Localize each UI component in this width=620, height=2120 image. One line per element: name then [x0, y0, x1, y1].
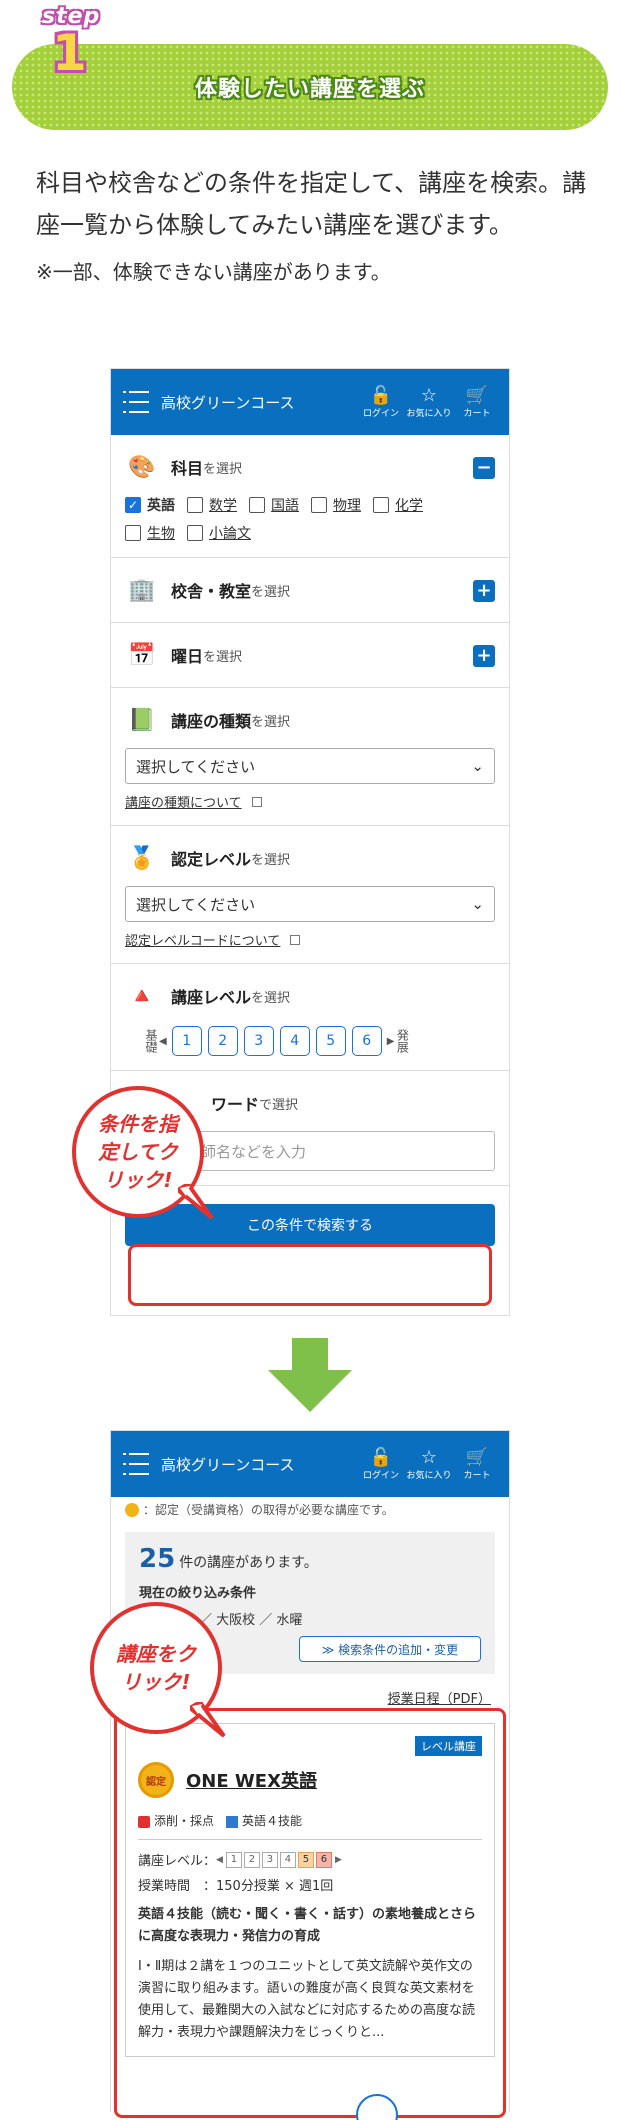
- subject-physics[interactable]: 物理: [311, 495, 361, 515]
- external-link-icon: [290, 934, 301, 945]
- palette-icon: 🎨: [128, 454, 156, 480]
- campus-section: 🏢 校舎・教室 を選択 +: [111, 558, 509, 623]
- cart-icon: 🛒: [465, 384, 489, 406]
- medal-icon: [125, 1502, 139, 1517]
- external-link-icon: [251, 796, 262, 807]
- pyramid-icon: 🔺: [128, 983, 156, 1009]
- level-button-2[interactable]: 2: [207, 1026, 238, 1056]
- calendar-icon: 📅: [128, 642, 156, 668]
- app-header: 高校グリーンコース 🔓 ログイン ☆ お気に入り 🛒 カート: [111, 1431, 509, 1497]
- cert-note: ：認定（受講資格）の取得が必要な講座です。: [111, 1497, 509, 1524]
- favorites-button[interactable]: ☆ お気に入り: [407, 384, 452, 419]
- intro-text: 科目や校舎などの条件を指定して、講座を検索。講座一覧から体験してみたい講座を選び…: [36, 169, 587, 239]
- menu-icon[interactable]: [123, 1453, 149, 1475]
- intro: 科目や校舎などの条件を指定して、講座を検索。講座一覧から体験してみたい講座を選び…: [36, 162, 596, 288]
- down-arrow-icon: [268, 1338, 352, 1412]
- campus-expand-button[interactable]: +: [473, 580, 495, 602]
- app-header: 高校グリーンコース 🔓 ログイン ☆ お気に入り 🛒 カート: [111, 369, 509, 435]
- course-type-link[interactable]: 講座の種類について: [125, 792, 495, 811]
- app-title: 高校グリーンコース: [161, 393, 295, 412]
- subject-chemistry[interactable]: 化学: [373, 495, 423, 515]
- lock-icon: 🔓: [369, 384, 393, 406]
- step-banner: 体験したい講座を選ぶ: [12, 44, 608, 130]
- cart-icon: 🛒: [465, 1446, 489, 1468]
- level-button-1[interactable]: 1: [171, 1026, 202, 1056]
- chevron-down-icon: ⌄: [471, 895, 484, 913]
- star-icon: ☆: [420, 384, 438, 406]
- weekday-expand-button[interactable]: +: [473, 645, 495, 667]
- subject-biology[interactable]: 生物: [125, 523, 175, 543]
- subject-japanese[interactable]: 国語: [249, 495, 299, 515]
- chevron-down-icon: ⌄: [471, 757, 484, 775]
- highlight-frame: [128, 1244, 492, 1306]
- result-count: 25: [139, 1544, 176, 1574]
- course-type-select[interactable]: 選択してください ⌄: [125, 748, 495, 784]
- level-button-4[interactable]: 4: [279, 1026, 310, 1056]
- favorites-button[interactable]: ☆ お気に入り: [407, 1446, 452, 1481]
- cert-level-section: 🏅 認定レベル を選択 選択してください ⌄ 認定レベルコードについて: [111, 826, 509, 964]
- lock-icon: 🔓: [369, 1446, 393, 1468]
- star-icon: ☆: [420, 1446, 438, 1468]
- course-level-section: 🔺 講座レベル を選択 基礎 ◀ 1 2 3 4 5 6 ▶ 発展: [111, 964, 509, 1071]
- medal-icon: 🏅: [128, 845, 156, 871]
- building-icon: 🏢: [128, 577, 156, 603]
- callout-tail: [178, 1184, 214, 1220]
- intro-note: ※一部、体験できない講座があります。: [36, 260, 391, 284]
- login-button[interactable]: 🔓 ログイン: [361, 384, 401, 419]
- step-title: 体験したい講座を選ぶ: [194, 77, 425, 102]
- highlight-frame: [114, 1708, 506, 2118]
- level-selector: 基礎 ◀ 1 2 3 4 5 6 ▶ 発展: [125, 1026, 495, 1056]
- step-number: 1: [52, 24, 87, 82]
- subject-math[interactable]: 数学: [187, 495, 237, 515]
- callout-tail: [190, 1702, 226, 1738]
- cert-level-select[interactable]: 選択してください ⌄: [125, 886, 495, 922]
- weekday-section: 📅 曜日 を選択 +: [111, 623, 509, 688]
- course-type-section: 📗 講座の種類 を選択 選択してください ⌄ 講座の種類について: [111, 688, 509, 826]
- filter-title: 現在の絞り込み条件: [139, 1586, 257, 1601]
- book-icon: 📗: [128, 707, 156, 733]
- cert-level-link[interactable]: 認定レベルコードについて: [125, 930, 495, 949]
- subject-collapse-button[interactable]: −: [473, 457, 495, 479]
- subject-title: 科目: [171, 459, 204, 478]
- level-button-6[interactable]: 6: [351, 1026, 382, 1056]
- modify-filter-button[interactable]: ≫ 検索条件の追加・変更: [299, 1636, 481, 1662]
- level-button-3[interactable]: 3: [243, 1026, 274, 1056]
- login-button[interactable]: 🔓 ログイン: [361, 1446, 401, 1481]
- subject-essay[interactable]: 小論文: [187, 523, 251, 543]
- cart-button[interactable]: 🛒 カート: [457, 384, 497, 419]
- subject-section: 🎨 科目 を選択 − ✓ 英語 数学 国語 物理 化学 生物 小論文: [111, 435, 509, 558]
- cart-button[interactable]: 🛒 カート: [457, 1446, 497, 1481]
- subject-checkboxes: ✓ 英語 数学 国語 物理 化学 生物 小論文: [125, 495, 495, 543]
- step-header: 体験したい講座を選ぶ step 1: [0, 0, 620, 140]
- menu-icon[interactable]: [123, 391, 149, 413]
- level-button-5[interactable]: 5: [315, 1026, 346, 1056]
- subject-english[interactable]: ✓ 英語: [125, 495, 175, 515]
